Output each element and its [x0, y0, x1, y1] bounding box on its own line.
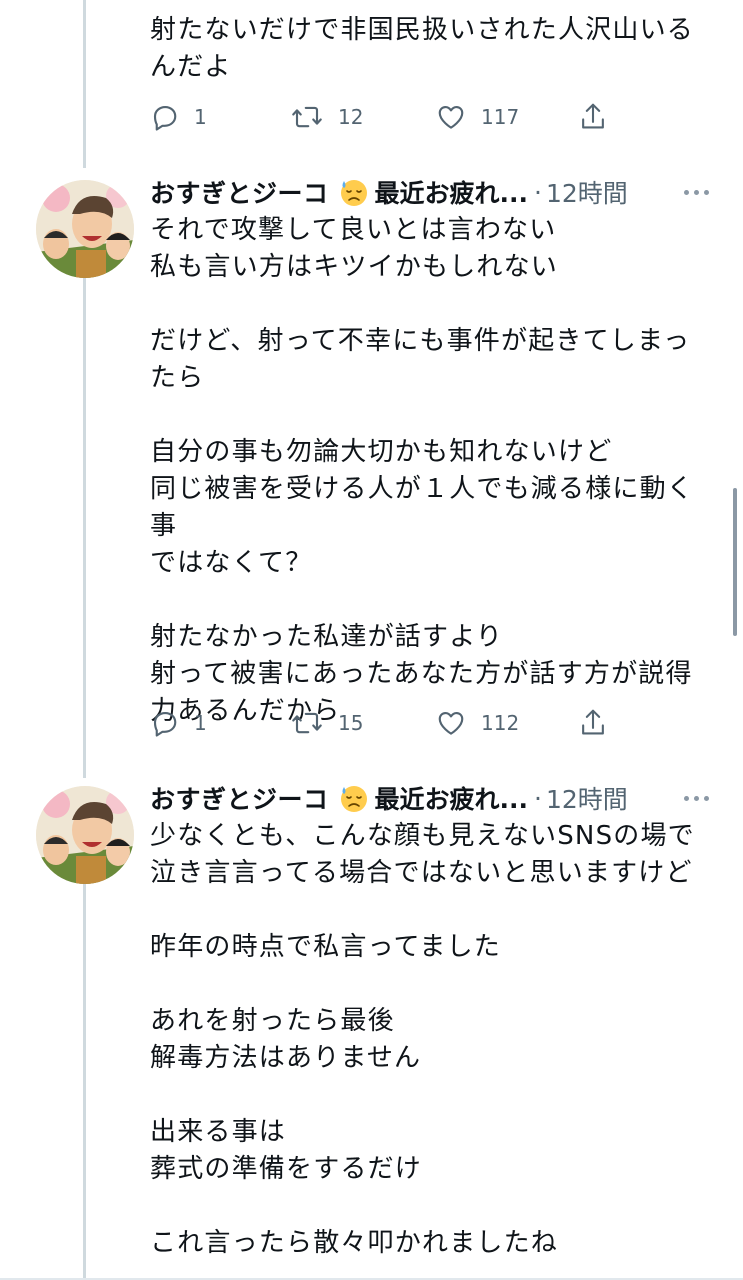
tweet-text: 少なくとも、こんな顔も見えないSNSの場で 泣き言言ってる場合ではないと思います… [150, 818, 703, 1262]
avatar[interactable] [36, 786, 134, 884]
like-button[interactable]: 112 [435, 708, 578, 738]
tweet[interactable]: 射たないだけで非国民扱いされた人沢山いる んだよ 1 12 117 [0, 0, 743, 150]
share-icon [582, 103, 604, 129]
timestamp[interactable]: 12時間 [546, 780, 628, 816]
like-button[interactable]: 117 [435, 102, 578, 132]
tweet-paragraph: これ言ったら散々叩かれましたね [150, 1228, 559, 1258]
tweet-paragraph: 少なくとも、こんな顔も見えないSNSの場で 泣き言言ってる場合ではないと思います… [150, 821, 695, 888]
tweet-text: それで攻撃して良いとは言わない 私も言い方はキツイかもしれない だけど、射って不… [150, 212, 703, 730]
like-icon [438, 105, 464, 129]
like-count: 117 [481, 105, 520, 129]
tweet-paragraph: 自分の事も勿論大切かも知れないけど 同じ被害を受ける人が１人でも減る様に動く事 … [150, 437, 695, 578]
retweet-count: 15 [338, 711, 364, 735]
reply-button[interactable]: 1 [150, 708, 290, 738]
retweet-count: 12 [338, 105, 364, 129]
tweet-paragraph: あれを射ったら最後 解毒方法はありません [150, 1006, 422, 1073]
reply-icon [153, 105, 177, 131]
tweet-actions: 1 12 117 [150, 97, 633, 137]
reply-count: 1 [194, 105, 207, 129]
retweet-button[interactable]: 15 [290, 708, 435, 738]
author-name[interactable]: おすぎとジーコ [150, 174, 329, 210]
share-button[interactable] [578, 707, 608, 739]
separator: · [534, 177, 542, 207]
more-icon[interactable] [684, 795, 713, 801]
tweet-actions: 1 15 112 [150, 703, 633, 743]
timestamp[interactable]: 12時間 [546, 174, 628, 210]
tweet-paragraph: 昨年の時点で私言ってました [150, 932, 502, 962]
author-status: 最近お疲れ... [374, 785, 529, 814]
avatar[interactable] [36, 180, 134, 278]
tweet[interactable]: おすぎとジーコ 最近お疲れ... · 12時間 少なくとも、こんな顔も見えないS… [0, 778, 743, 1280]
reply-icon [153, 711, 177, 737]
tweet-paragraph: だけど、射って不幸にも事件が起きてしまっ たら [150, 326, 691, 393]
tweet-text: 射たないだけで非国民扱いされた人沢山いる んだよ [150, 12, 703, 86]
reply-count: 1 [194, 711, 207, 735]
author-status: 最近お疲れ... [374, 179, 529, 208]
like-icon [438, 711, 464, 735]
downcast-sweat-emoji [340, 786, 367, 812]
retweet-button[interactable]: 12 [290, 102, 435, 132]
retweet-icon [292, 712, 322, 734]
tweet-paragraph: 出来る事は 葬式の準備をするだけ [150, 1117, 423, 1184]
tweet[interactable]: おすぎとジーコ 最近お疲れ... · 12時間 それで攻撃して良いとは言わない … [0, 172, 743, 762]
more-icon[interactable] [684, 189, 713, 195]
separator: · [534, 783, 542, 813]
avatar-illustration [36, 180, 134, 278]
avatar-illustration [36, 786, 134, 884]
retweet-icon [292, 106, 322, 128]
author-name[interactable]: おすぎとジーコ [150, 780, 329, 816]
reply-button[interactable]: 1 [150, 102, 290, 132]
tweet-paragraph: 射たないだけで非国民扱いされた人沢山いる んだよ [150, 15, 695, 82]
like-count: 112 [481, 711, 520, 735]
scrollbar[interactable] [733, 488, 737, 636]
downcast-sweat-emoji [340, 180, 367, 206]
tweet-header: おすぎとジーコ 最近お疲れ... · 12時間 [150, 780, 713, 816]
share-icon [582, 709, 604, 735]
tweet-header: おすぎとジーコ 最近お疲れ... · 12時間 [150, 174, 713, 210]
share-button[interactable] [578, 101, 608, 133]
tweet-paragraph: それで攻撃して良いとは言わない 私も言い方はキツイかもしれない [150, 215, 559, 282]
